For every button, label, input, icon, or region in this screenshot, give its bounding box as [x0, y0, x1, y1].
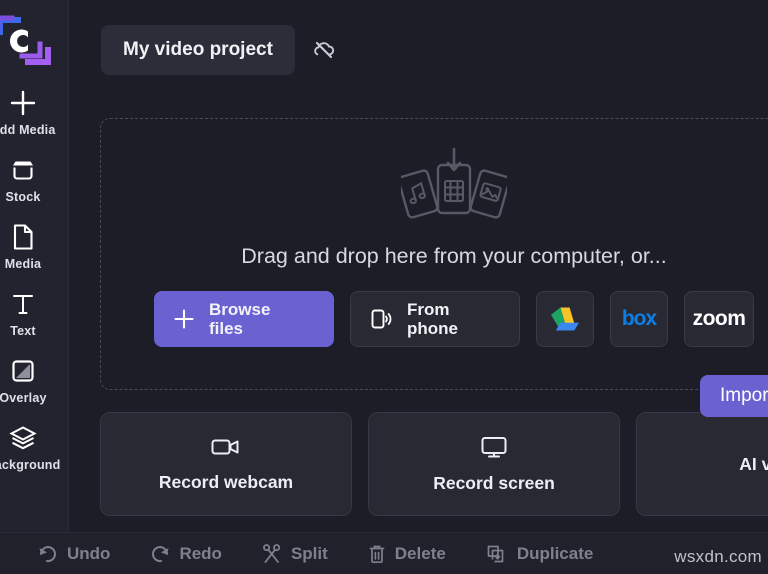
sidebar-item-label: Text — [10, 324, 36, 338]
video-camera-icon — [211, 436, 241, 458]
sidebar-item-stock[interactable]: Stock — [0, 151, 62, 206]
sidebar-item-label: Overlay — [0, 391, 47, 405]
sidebar-item-text[interactable]: Text — [0, 285, 62, 340]
record-screen-label: Record screen — [433, 472, 555, 493]
duplicate-button[interactable]: Duplicate — [486, 543, 594, 564]
record-webcam-card[interactable]: Record webcam — [100, 412, 352, 516]
media-dropzone[interactable]: Drag and drop here from your computer, o… — [100, 118, 768, 390]
box-button[interactable]: box — [610, 291, 668, 347]
media-file-icon — [10, 222, 36, 252]
sidebar-item-label: Media — [4, 257, 42, 271]
browse-files-label-line1: Browse — [209, 299, 271, 319]
undo-arrow-icon — [38, 545, 58, 563]
stock-icon — [10, 155, 36, 185]
text-icon — [10, 289, 36, 319]
google-drive-button[interactable] — [536, 291, 594, 347]
layers-icon — [9, 423, 37, 453]
sidebar-item-label: Add Media — [0, 123, 56, 137]
google-drive-icon — [550, 305, 580, 333]
duplicate-label: Duplicate — [516, 543, 594, 563]
ai-video-label: AI v... — [739, 453, 768, 474]
zoom-logo-icon: zoom — [692, 307, 746, 330]
delete-label: Delete — [394, 543, 446, 563]
clipchamp-logo-icon — [0, 15, 51, 65]
dropzone-message: Drag and drop here from your computer, o… — [241, 244, 667, 268]
sidebar-item-label: Stock — [5, 190, 41, 204]
redo-label: Redo — [179, 543, 222, 563]
record-webcam-label: Record webcam — [158, 471, 294, 492]
browse-files-label-line2: files — [209, 319, 244, 338]
overlay-icon — [10, 356, 36, 386]
record-screen-card[interactable]: Record screen — [368, 412, 620, 516]
plus-icon — [173, 308, 195, 330]
split-button[interactable]: Split — [262, 544, 328, 564]
clipchamp-logo[interactable] — [0, 10, 54, 72]
bottom-toolbar: Undo Redo Split Delete Duplicate — [0, 532, 768, 574]
duplicate-icon — [486, 544, 508, 564]
undo-label: Undo — [67, 543, 111, 563]
sidebar-item-overlay[interactable]: Overlay — [0, 352, 62, 407]
titlebar: My video project — [69, 0, 768, 100]
import-button[interactable]: Import... — [700, 375, 768, 417]
zoom-button[interactable]: zoom — [684, 291, 754, 347]
record-options-row: Record webcam Record screen AI v... — [100, 412, 768, 516]
from-phone-button[interactable]: From phone — [350, 291, 520, 347]
ai-video-card[interactable]: AI v... — [636, 412, 768, 516]
monitor-icon — [480, 435, 508, 459]
phone-signal-icon — [369, 307, 393, 331]
plus-icon — [9, 88, 37, 118]
app-window: Add Media Stock Media — [0, 0, 768, 574]
delete-button[interactable]: Delete — [368, 544, 446, 564]
main-panel: My video project Drag and drop here from… — [69, 0, 768, 574]
browse-files-button[interactable]: Browse files — [154, 291, 334, 347]
redo-arrow-icon — [150, 545, 170, 563]
sidebar-item-background[interactable]: Background — [0, 419, 62, 474]
cloud-sync-off-icon[interactable] — [313, 39, 335, 61]
media-cards-import-illustration — [397, 147, 511, 236]
left-sidebar: Add Media Stock Media — [0, 0, 68, 574]
sidebar-item-add-media[interactable]: Add Media — [0, 84, 62, 139]
box-logo-icon: box — [621, 307, 657, 330]
sidebar-item-label: Background — [0, 458, 61, 472]
import-sources-row: Browse files From phone box zoom — [154, 291, 754, 347]
sidebar-item-media[interactable]: Media — [0, 218, 62, 273]
from-phone-label-line1: From — [407, 299, 450, 319]
project-title-input[interactable]: My video project — [101, 25, 295, 75]
from-phone-label-line2: phone — [407, 319, 458, 338]
redo-button[interactable]: Redo — [150, 544, 222, 564]
split-label: Split — [290, 543, 328, 563]
scissors-icon — [262, 543, 282, 564]
undo-button[interactable]: Undo — [38, 544, 110, 564]
trash-icon — [368, 544, 386, 564]
